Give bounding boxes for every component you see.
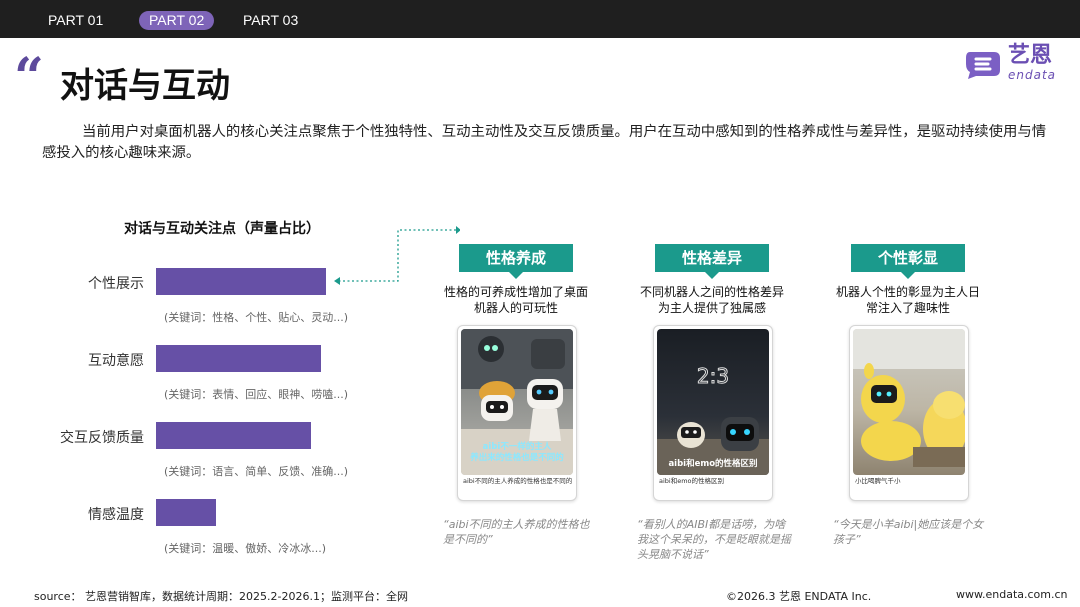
- source-note: source： 艺恩营销智库，数据统计周期：2025.2-2026.1；监测平台…: [34, 590, 408, 603]
- quote-mark-icon: “: [14, 47, 44, 108]
- tab-part-01[interactable]: PART 01: [48, 10, 103, 30]
- card-description-personality-growth: 性格的可养成性增加了桌面机器人的可玩性: [443, 285, 588, 315]
- bar-keywords: (关键词：表情、回应、眼神、唠嗑...): [164, 388, 349, 401]
- card-heading-personality-difference: 性格差异: [655, 244, 769, 279]
- svg-text:2:3: 2:3: [697, 364, 729, 388]
- robot-pair-icon: 2:3: [657, 364, 769, 475]
- yellow-robot-icon: [853, 329, 965, 467]
- endata-logo-icon: [966, 52, 1000, 79]
- overlay-caption-line-1: aibi和emo的性格区别: [668, 459, 758, 469]
- video-thumbnail-personality-growth[interactable]: aibi不一样的主人 养出来的性格也是不同的 aibi不同的主人养成的性格也是不…: [457, 325, 577, 501]
- connector-arrow-icon: [334, 226, 460, 285]
- video-screen: [853, 329, 965, 475]
- user-quote-personality-difference: “看别人的AIBI都是话唠，为啥我这个呆呆的，不是眨眼就是摇头晃脑不说话”: [637, 518, 791, 561]
- video-caption: 小比喝脾气千小: [855, 477, 901, 485]
- bar-keywords: (关键词：温暖、傲娇、冷冰冰...): [164, 542, 327, 555]
- card-description-personality-difference: 不同机器人之间的性格差异为主人提供了独属感: [639, 285, 784, 315]
- user-quote-personality-display: “今天是小羊aibi|她应该是个女孩子”: [833, 518, 984, 546]
- copyright: ©2026.3 艺恩 ENDATA Inc.: [726, 590, 872, 603]
- chart-title: 对话与互动关注点（声量占比）: [124, 221, 320, 237]
- video-screen: 2:3 aibi和emo的性格区别: [657, 329, 769, 475]
- video-caption: aibi不同的主人养成的性格也是不同的: [463, 477, 573, 485]
- logo-text-en: endata: [1008, 68, 1057, 82]
- video-thumbnail-personality-difference[interactable]: 2:3 aibi和emo的性格区别 aibi和emo的性格区别: [653, 325, 773, 501]
- bar-keywords: (关键词：性格、个性、贴心、灵动...): [164, 311, 349, 324]
- card-heading-personality-growth: 性格养成: [459, 244, 573, 279]
- user-quote-personality-growth: “aibi不同的主人养成的性格也是不同的”: [443, 518, 590, 546]
- tab-part-03[interactable]: PART 03: [243, 10, 298, 30]
- bar-label: 交互反馈质量: [60, 430, 144, 446]
- overlay-caption-line-2: 养出来的性格也是不同的: [470, 453, 564, 463]
- bar-keywords: (关键词：语言、简单、反馈、准确...): [164, 465, 349, 478]
- bar: [156, 422, 311, 449]
- bar: [156, 499, 216, 526]
- bar-label: 情感温度: [88, 507, 144, 523]
- tab-part-02[interactable]: PART 02: [139, 11, 215, 30]
- top-nav-bar: PART 01 PART 02 PART 03: [0, 0, 1080, 38]
- card-description-personality-display: 机器人个性的彰显为主人日常注入了趣味性: [835, 285, 980, 315]
- video-caption: aibi和emo的性格区别: [659, 477, 725, 485]
- video-screen: aibi不一样的主人 养出来的性格也是不同的: [461, 329, 573, 475]
- overlay-caption-line-1: aibi不一样的主人: [482, 442, 552, 452]
- bar-label: 个性展示: [88, 276, 144, 292]
- card-heading-personality-display: 个性彰显: [851, 244, 965, 279]
- video-thumbnail-personality-display[interactable]: 小比喝脾气千小: [849, 325, 969, 501]
- intro-paragraph: 当前用户对桌面机器人的核心关注点聚焦于个性独特性、互动主动性及交互反馈质量。用户…: [42, 124, 1047, 161]
- bar: [156, 345, 321, 372]
- logo-text-cn: 艺恩: [1008, 43, 1053, 68]
- bar-label: 互动意愿: [88, 353, 144, 369]
- website-link[interactable]: www.endata.com.cn: [956, 588, 1068, 601]
- page-title: 对话与互动: [60, 66, 230, 106]
- bar: [156, 268, 326, 295]
- endata-logo: 艺恩 endata: [964, 44, 1074, 84]
